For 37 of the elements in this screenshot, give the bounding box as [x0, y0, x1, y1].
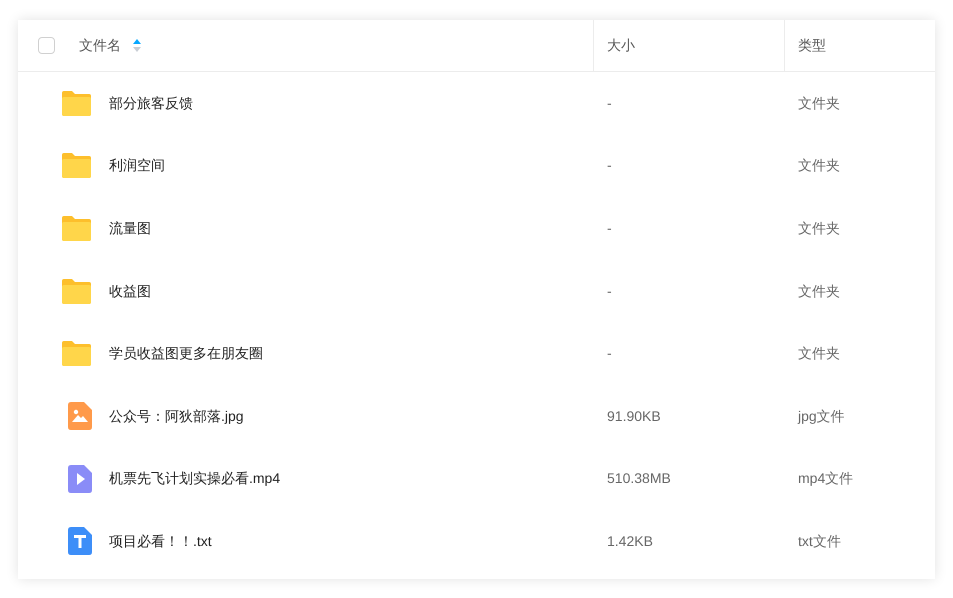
folder-icon	[61, 278, 92, 305]
file-name[interactable]: 学员收益图更多在朋友圈	[109, 343, 263, 364]
file-type: 文件夹	[798, 157, 840, 174]
file-size: -	[607, 94, 612, 111]
file-type: 文件夹	[798, 282, 840, 299]
file-type: jpg文件	[798, 408, 845, 424]
file-name[interactable]: 流量图	[109, 218, 151, 239]
file-name[interactable]: 部分旅客反馈	[109, 92, 193, 114]
file-name[interactable]: 利润空间	[109, 155, 165, 176]
file-type: mp4文件	[798, 470, 854, 486]
select-all-checkbox[interactable]	[38, 37, 55, 54]
file-name[interactable]: 公众号：阿狄部落.jpg	[109, 406, 244, 427]
text-file-icon	[68, 527, 92, 556]
file-size: -	[607, 345, 612, 362]
file-type: 文件夹	[798, 345, 840, 362]
image-file-icon	[68, 402, 92, 430]
file-size: 91.90KB	[607, 408, 661, 424]
folder-icon	[61, 214, 92, 242]
column-header[interactable]: 大小	[607, 35, 635, 56]
file-name[interactable]: 收益图	[109, 280, 151, 302]
folder-icon	[61, 152, 92, 180]
sort-icon[interactable]	[133, 39, 141, 52]
file-type: 文件夹	[798, 220, 840, 236]
file-type: txt文件	[798, 532, 841, 549]
file-size: 510.38MB	[607, 470, 671, 486]
column-header[interactable]: 类型	[798, 35, 826, 56]
folder-icon	[61, 340, 92, 368]
file-name[interactable]: 项目必看！！.txt	[109, 530, 212, 552]
column-header[interactable]: 文件名	[79, 35, 121, 56]
folder-icon	[61, 90, 92, 117]
file-size: -	[607, 220, 612, 236]
file-name[interactable]: 机票先飞计划实操必看.mp4	[109, 468, 280, 490]
file-size: -	[607, 282, 612, 299]
file-size: 1.42KB	[607, 532, 653, 549]
video-file-icon	[68, 464, 92, 493]
file-type: 文件夹	[798, 94, 840, 111]
file-size: -	[607, 157, 612, 174]
